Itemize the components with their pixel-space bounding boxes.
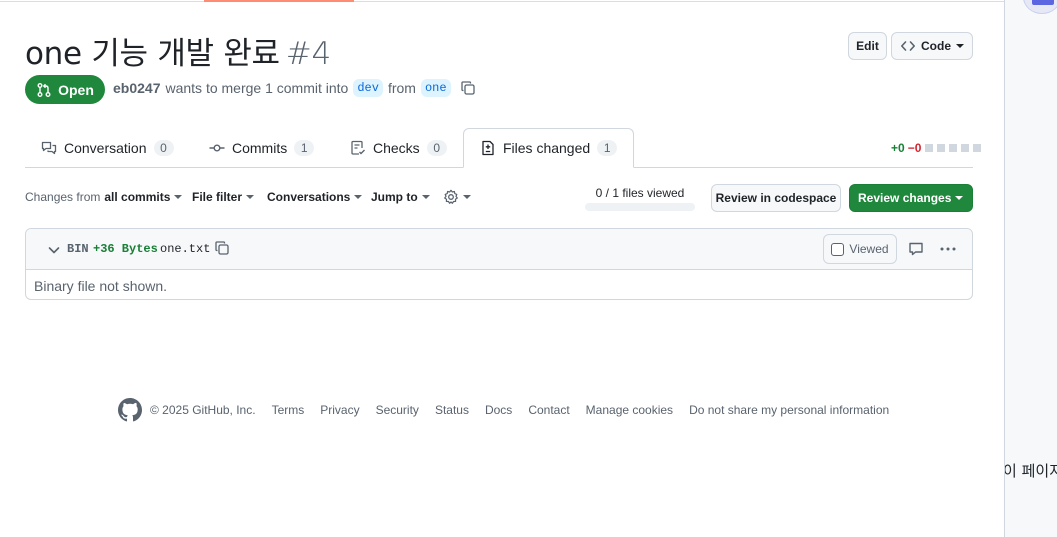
code-icon bbox=[901, 41, 915, 51]
tab-checks[interactable]: Checks 0 bbox=[334, 128, 463, 168]
comment-discussion-icon bbox=[41, 141, 57, 155]
review-changes-dropdown[interactable] bbox=[946, 185, 972, 211]
viewed-label: Viewed bbox=[849, 242, 889, 256]
footer-link-security[interactable]: Security bbox=[376, 403, 419, 417]
active-nav-indicator bbox=[204, 0, 354, 2]
file-header: BIN +36 Bytes one.txt Viewed bbox=[26, 229, 972, 270]
footer: © 2025 GitHub, Inc. Terms Privacy Securi… bbox=[118, 397, 889, 423]
diffstat-block bbox=[925, 144, 934, 152]
footer-link-privacy[interactable]: Privacy bbox=[320, 403, 359, 417]
footer-link-contact[interactable]: Contact bbox=[528, 403, 569, 417]
tab-files-label: Files changed bbox=[503, 140, 591, 156]
review-codespace-label: Review in codespace bbox=[715, 191, 837, 205]
file-diff-icon bbox=[482, 140, 494, 156]
tab-conversation[interactable]: Conversation 0 bbox=[25, 128, 190, 168]
diffstat-block bbox=[973, 144, 982, 152]
diffstat-block bbox=[949, 144, 958, 152]
checkbox-icon bbox=[831, 242, 845, 256]
merge-text: wants to merge 1 commit into bbox=[165, 80, 349, 96]
copy-icon[interactable] bbox=[460, 80, 476, 96]
caret-down-icon bbox=[174, 195, 183, 199]
files-viewed-text: 0 / 1 files viewed bbox=[595, 186, 685, 200]
extension-icon[interactable] bbox=[1023, 0, 1057, 14]
kebab-horizontal-icon[interactable] bbox=[939, 241, 957, 260]
caret-down-icon bbox=[421, 195, 430, 199]
footer-link-terms[interactable]: Terms bbox=[272, 403, 305, 417]
code-button-label: Code bbox=[921, 39, 951, 53]
code-button[interactable]: Code bbox=[891, 32, 973, 60]
comment-icon[interactable] bbox=[908, 241, 924, 260]
diffstat-deletions: −0 bbox=[907, 141, 922, 155]
caret-down-icon bbox=[463, 195, 471, 199]
jump-to-label: Jump to bbox=[371, 190, 418, 204]
file-diff: BIN +36 Bytes one.txt Viewed Binary file… bbox=[25, 228, 973, 300]
tab-files-changed[interactable]: Files changed 1 bbox=[463, 128, 635, 168]
jump-to-dropdown[interactable]: Jump to bbox=[371, 190, 430, 204]
tab-commits-count: 1 bbox=[294, 140, 315, 156]
git-pull-request-icon bbox=[37, 82, 51, 97]
diff-settings-dropdown[interactable] bbox=[443, 189, 471, 205]
changes-from-dropdown[interactable]: Changes from all commits bbox=[25, 190, 183, 204]
changes-from-prefix: Changes from bbox=[25, 190, 101, 204]
side-panel: 이 페이지 bbox=[1004, 0, 1057, 537]
tab-checks-count: 0 bbox=[426, 140, 447, 156]
caret-down-icon bbox=[246, 195, 255, 199]
edit-button[interactable]: Edit bbox=[848, 32, 887, 60]
diffstat-additions: +0 bbox=[891, 141, 905, 155]
github-logo-icon[interactable] bbox=[118, 398, 142, 422]
tab-conversation-count: 0 bbox=[153, 140, 174, 156]
pr-tabs: Conversation 0 Commits 1 Checks 0 Files … bbox=[25, 128, 982, 168]
head-branch[interactable]: one bbox=[420, 79, 451, 97]
git-commit-icon bbox=[209, 144, 225, 152]
changes-from-value: all commits bbox=[104, 190, 171, 204]
file-filter-label: File filter bbox=[192, 190, 243, 204]
footer-link-do-not-share[interactable]: Do not share my personal information bbox=[689, 403, 889, 417]
review-in-codespace-button[interactable]: Review in codespace bbox=[711, 184, 841, 212]
caret-down-icon bbox=[955, 196, 963, 200]
diffstat-block bbox=[961, 144, 970, 152]
side-panel-text: 이 페이지 bbox=[1004, 462, 1057, 480]
tab-checks-label: Checks bbox=[373, 140, 420, 156]
copy-icon[interactable] bbox=[214, 240, 230, 259]
footer-link-manage-cookies[interactable]: Manage cookies bbox=[586, 403, 673, 417]
main-page: one 기능 개발 완료 #4 Edit Code Open eb0247 wan… bbox=[0, 0, 1004, 537]
diffstat: +0 −0 bbox=[891, 141, 982, 155]
gear-icon bbox=[444, 189, 458, 204]
author-link[interactable]: eb0247 bbox=[113, 80, 160, 96]
viewed-checkbox[interactable]: Viewed bbox=[823, 234, 897, 264]
files-toolbar: Changes from all commits File filter Con… bbox=[25, 184, 973, 212]
top-divider bbox=[0, 1, 1004, 2]
from-text: from bbox=[387, 80, 416, 96]
tab-conversation-label: Conversation bbox=[64, 140, 147, 156]
review-changes-label: Review changes bbox=[858, 191, 952, 205]
files-viewed-progress bbox=[585, 203, 695, 211]
pr-title: one 기능 개발 완료 bbox=[25, 36, 280, 72]
chevron-down-icon[interactable] bbox=[46, 242, 62, 261]
footer-link-status[interactable]: Status bbox=[435, 403, 469, 417]
tab-commits-label: Commits bbox=[232, 140, 288, 156]
caret-down-icon bbox=[956, 44, 964, 48]
diffstat-block bbox=[937, 144, 946, 152]
footer-link-docs[interactable]: Docs bbox=[485, 403, 512, 417]
edit-button-label: Edit bbox=[856, 39, 879, 53]
conversations-label: Conversations bbox=[267, 190, 351, 204]
pr-state-badge: Open bbox=[25, 75, 105, 104]
file-size-change: +36 Bytes bbox=[93, 242, 158, 256]
page-title: one 기능 개발 완료 #4 bbox=[25, 28, 331, 73]
checklist-icon bbox=[351, 140, 365, 155]
file-body-message: Binary file not shown. bbox=[34, 278, 168, 294]
footer-copyright: © 2025 GitHub, Inc. bbox=[150, 403, 256, 417]
pr-state-label: Open bbox=[58, 81, 94, 98]
file-name-link[interactable]: one.txt bbox=[160, 242, 210, 256]
tab-files-count: 1 bbox=[597, 140, 618, 156]
pr-meta: eb0247 wants to merge 1 commit into dev … bbox=[113, 79, 476, 97]
caret-down-icon bbox=[354, 195, 363, 199]
review-changes-button[interactable]: Review changes bbox=[849, 184, 973, 212]
conversations-dropdown[interactable]: Conversations bbox=[267, 190, 363, 204]
file-type-label: BIN bbox=[67, 242, 89, 256]
base-branch[interactable]: dev bbox=[353, 79, 383, 97]
tab-commits[interactable]: Commits 1 bbox=[193, 128, 330, 168]
file-filter-dropdown[interactable]: File filter bbox=[192, 190, 255, 204]
pr-number: #4 bbox=[285, 36, 331, 72]
